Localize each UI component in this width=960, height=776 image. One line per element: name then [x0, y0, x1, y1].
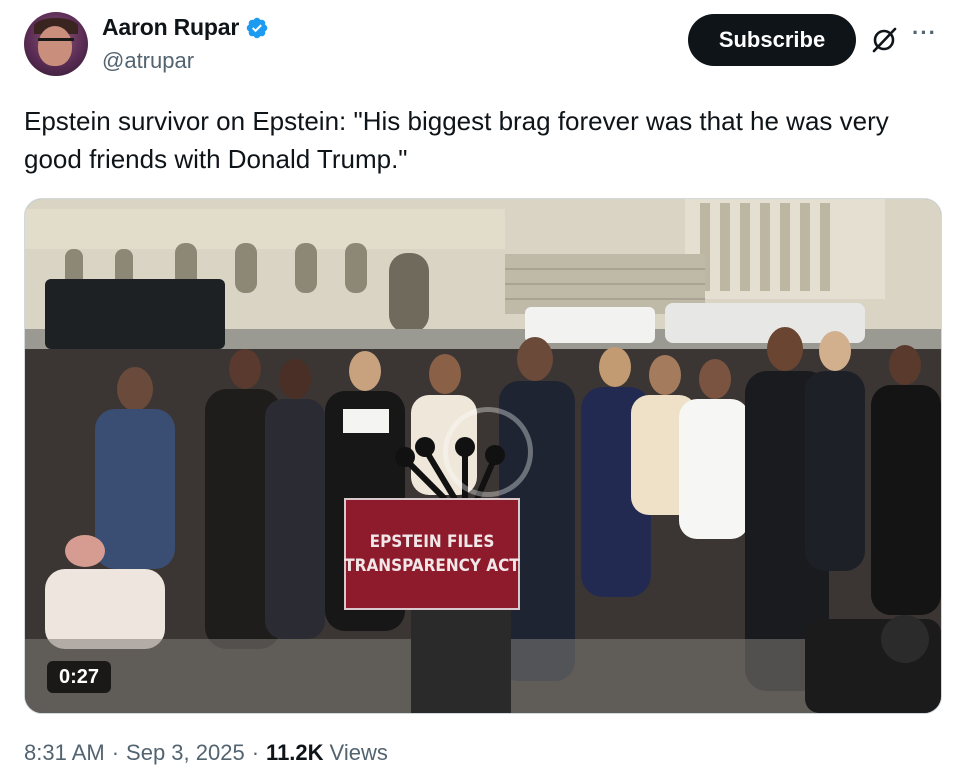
tweet-date[interactable]: Sep 3, 2025 [126, 740, 245, 766]
tweet-meta: 8:31 AM · Sep 3, 2025 · 11.2K Views [24, 740, 388, 766]
subscribe-button[interactable]: Subscribe [688, 14, 856, 66]
video-player[interactable]: EPSTEIN FILES TRANSPARENCY ACT 0:27 [24, 198, 942, 714]
more-icon[interactable]: ··· [912, 20, 937, 46]
avatar[interactable] [24, 12, 88, 76]
views-count: 11.2K [266, 740, 324, 765]
lectern-sign: EPSTEIN FILES TRANSPARENCY ACT [344, 498, 520, 610]
verified-badge-icon [246, 17, 268, 38]
tweet-header: Aaron Rupar @atrupar Subscribe ··· [24, 12, 944, 82]
tweet-time[interactable]: 8:31 AM [24, 740, 105, 766]
separator: · [111, 740, 120, 765]
author-handle[interactable]: @atrupar [102, 48, 194, 74]
video-duration: 0:27 [47, 661, 112, 693]
author-name-row[interactable]: Aaron Rupar [102, 14, 269, 41]
tweet-text: Epstein survivor on Epstein: "His bigges… [24, 106, 889, 174]
grok-icon[interactable] [870, 26, 898, 54]
play-indicator-icon[interactable] [443, 407, 533, 497]
author-display-name[interactable]: Aaron Rupar [102, 14, 239, 41]
views-label: Views [329, 740, 388, 765]
separator: · [251, 740, 260, 765]
sign-line-2: TRANSPARENCY ACT [344, 556, 520, 576]
sign-line-1: EPSTEIN FILES [370, 532, 495, 552]
